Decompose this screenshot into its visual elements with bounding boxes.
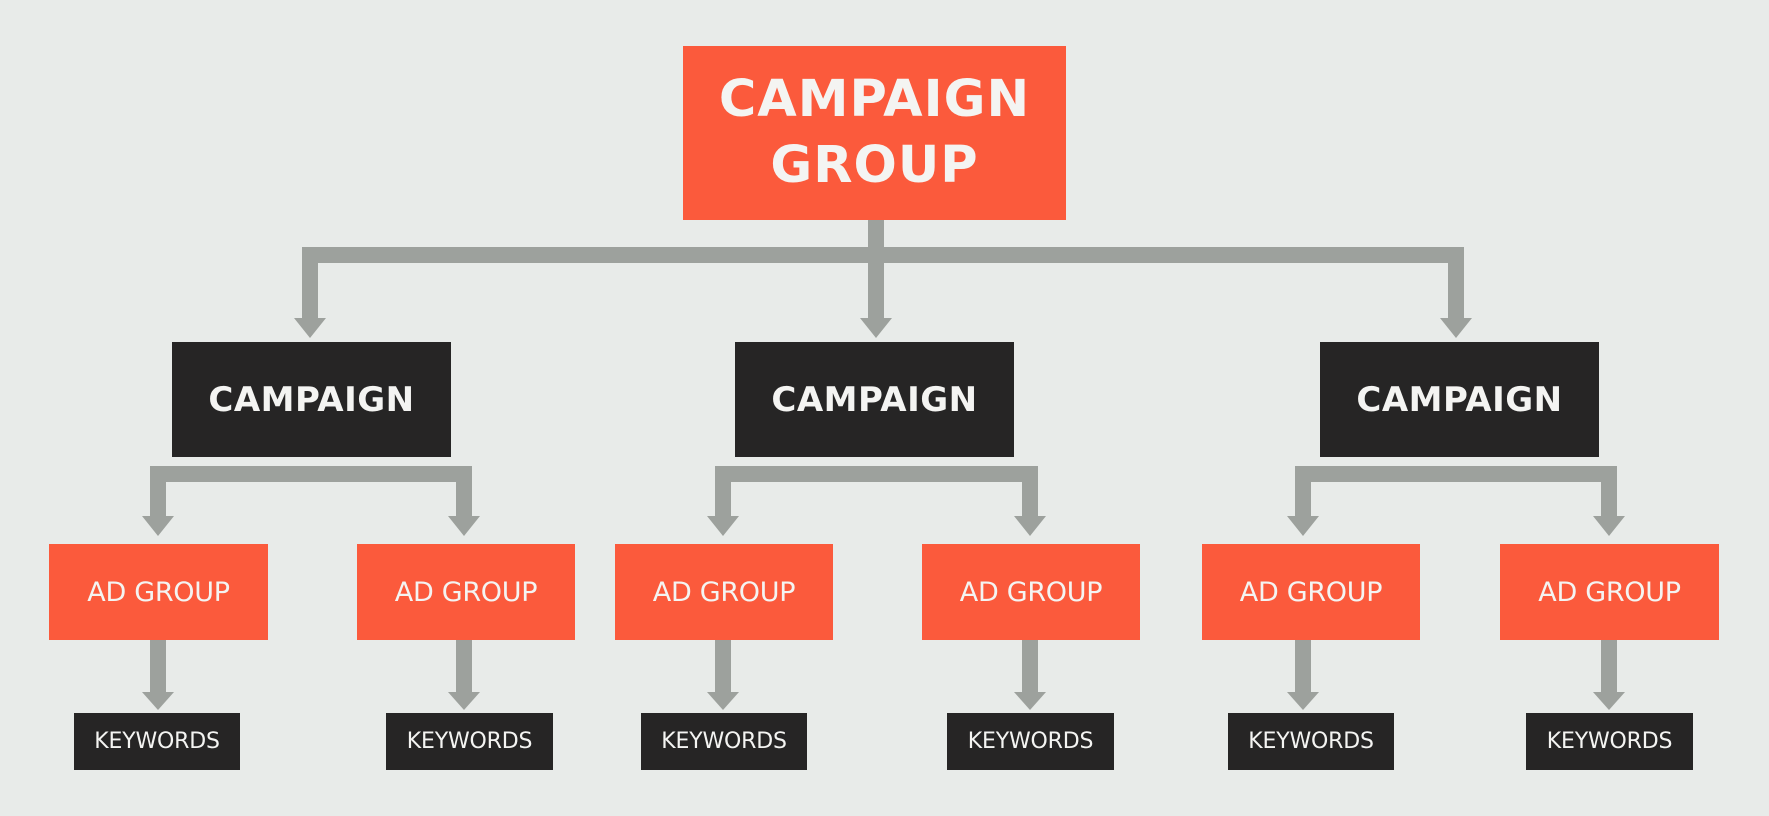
ad-group-node-3: AD GROUP xyxy=(615,544,833,640)
keywords-node-2: KEYWORDS xyxy=(386,713,553,770)
arrowhead-campaign-3 xyxy=(1440,318,1472,338)
keywords-node-3: KEYWORDS xyxy=(641,713,807,770)
arrowhead-keywords-3 xyxy=(707,692,739,710)
arrowhead-keywords-2 xyxy=(448,692,480,710)
arrowhead-keywords-6 xyxy=(1593,692,1625,710)
arrowhead-keywords-1 xyxy=(142,692,174,710)
keywords-node-4: KEYWORDS xyxy=(947,713,1114,770)
campaign-node-1: CAMPAIGN xyxy=(172,342,451,457)
arrowhead-adgroup-6 xyxy=(1593,516,1625,536)
keywords-node-6: KEYWORDS xyxy=(1526,713,1693,770)
campaign-node-2: CAMPAIGN xyxy=(735,342,1014,457)
connector-campaign-3 xyxy=(1295,466,1617,518)
connector-campaign-2 xyxy=(715,466,1038,518)
keywords-node-5: KEYWORDS xyxy=(1228,713,1394,770)
arrowhead-adgroup-2 xyxy=(448,516,480,536)
arrowhead-adgroup-4 xyxy=(1014,516,1046,536)
hierarchy-diagram: CAMPAIGN GROUP CAMPAIGN CAMPAIGN CAMPAIG… xyxy=(0,0,1769,816)
arrowhead-campaign-2 xyxy=(860,318,892,338)
ad-group-node-6: AD GROUP xyxy=(1500,544,1719,640)
ad-group-node-1: AD GROUP xyxy=(49,544,268,640)
arrowhead-keywords-4 xyxy=(1014,692,1046,710)
arrowhead-campaign-1 xyxy=(294,318,326,338)
arrowhead-adgroup-5 xyxy=(1287,516,1319,536)
ad-group-node-5: AD GROUP xyxy=(1202,544,1420,640)
keywords-node-1: KEYWORDS xyxy=(74,713,240,770)
arrowhead-keywords-5 xyxy=(1287,692,1319,710)
campaign-node-3: CAMPAIGN xyxy=(1320,342,1599,457)
connector-campaign-1 xyxy=(150,466,472,518)
arrowhead-adgroup-3 xyxy=(707,516,739,536)
arrowhead-adgroup-1 xyxy=(142,516,174,536)
ad-group-node-4: AD GROUP xyxy=(922,544,1140,640)
ad-group-node-2: AD GROUP xyxy=(357,544,575,640)
campaign-group-node: CAMPAIGN GROUP xyxy=(683,46,1066,220)
connector-root-bus xyxy=(302,216,1464,320)
connector-keywords xyxy=(150,638,1617,696)
